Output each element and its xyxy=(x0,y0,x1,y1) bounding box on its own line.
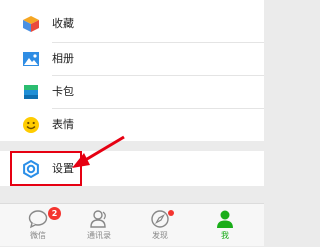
tab-contacts[interactable]: 通讯录 xyxy=(66,204,132,247)
tab-label: 我 xyxy=(221,231,229,240)
new-content-dot xyxy=(168,210,174,216)
tab-discover[interactable]: 发现 xyxy=(127,204,193,247)
chat-bubble-icon xyxy=(28,210,48,229)
tab-label: 发现 xyxy=(152,231,168,240)
me-person-icon xyxy=(217,210,233,228)
contacts-icon xyxy=(90,210,106,228)
tab-label: 通讯录 xyxy=(87,231,111,240)
unread-badge: 2 xyxy=(48,207,61,220)
tab-chats[interactable]: 2 微信 xyxy=(5,204,71,247)
tab-label: 微信 xyxy=(30,231,46,240)
tab-me[interactable]: 我 xyxy=(192,204,258,247)
compass-icon xyxy=(151,210,169,228)
bottom-tab-bar: 2 微信 通讯录 发现 我 xyxy=(0,203,264,246)
